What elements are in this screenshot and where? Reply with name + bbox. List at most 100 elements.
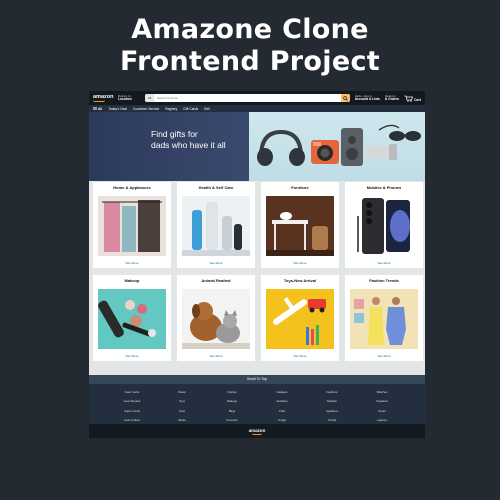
see-more-link[interactable]: See More (266, 261, 334, 265)
returns-big-text: & Orders (384, 97, 399, 101)
search-bar: All Search Amazon (145, 94, 350, 102)
toys-image (266, 289, 334, 349)
card-image (98, 196, 166, 256)
footer-link[interactable]: Drawn (157, 390, 207, 396)
see-more-link[interactable]: See More (266, 354, 334, 358)
cart-label: Cart (413, 97, 421, 102)
footer-logo-smile-icon (252, 433, 262, 435)
deliver-location-text: Location (118, 97, 132, 101)
see-more-link[interactable]: See More (182, 261, 250, 265)
category-card[interactable]: Toys-New Arrival See More (261, 275, 339, 361)
card-title: Fashion Trends (369, 278, 399, 283)
footer-link[interactable]: Gear Cards (107, 390, 157, 396)
hero-line-2: dads who have it all (151, 139, 226, 150)
footer-link[interactable]: Super Cards (107, 409, 157, 415)
card-image (182, 289, 250, 349)
subnav-item[interactable]: Today's Deal (108, 107, 127, 111)
hero-text-panel: Find gifts for dads who have it all (89, 112, 249, 181)
headline-line-2: Frontend Project (120, 46, 380, 77)
footer-bottom: amazon (89, 424, 425, 438)
see-more-link[interactable]: See More (350, 354, 418, 358)
card-image (98, 289, 166, 349)
footer-link[interactable]: Gear Repairs (107, 399, 157, 405)
card-image (266, 196, 334, 256)
card-title: Makeup (124, 278, 140, 283)
footer-link[interactable]: Jewellery (257, 399, 307, 405)
category-card[interactable]: Makeup See More (93, 275, 171, 361)
card-image (350, 289, 418, 349)
gadgets-illustration (257, 124, 421, 166)
category-card[interactable]: Health & Self Care See More (177, 182, 255, 268)
footer-link[interactable]: Lists (157, 409, 207, 415)
scroll-to-top-button[interactable]: Scroll To Top (89, 375, 425, 384)
footer-link[interactable]: Bags (207, 409, 257, 415)
logo-smile-icon (93, 100, 105, 102)
card-title: Toys-New Arrival (283, 278, 317, 283)
category-card[interactable]: Home & Appliances See More (93, 182, 171, 268)
makeup-image (98, 289, 166, 349)
mobile-phone-image (350, 196, 418, 256)
cart-button[interactable]: Cart (404, 95, 421, 102)
card-title: Furniture (291, 185, 309, 190)
subnav-item[interactable]: Customer Service (133, 107, 159, 111)
search-button[interactable] (340, 94, 350, 102)
account-big-text: Account & Lists (354, 97, 380, 101)
category-card[interactable]: Furniture See More (261, 182, 339, 268)
footer-link[interactable]: Mobiles (307, 399, 357, 405)
subnav-item[interactable]: Gift Cards (183, 107, 198, 111)
footer-link[interactable]: Watches (357, 390, 407, 396)
fashion-image (350, 289, 418, 349)
card-title: Home & Appliances (113, 185, 151, 190)
card-image (350, 196, 418, 256)
footer-logo[interactable]: amazon (89, 428, 425, 433)
promo-headline: Amazone Clone Frontend Project (0, 14, 500, 78)
hero-line-1: Find gifts for (151, 129, 198, 139)
furniture-image (266, 196, 334, 256)
see-more-link[interactable]: See More (98, 354, 166, 358)
account-link[interactable]: Hello, sign in Account & Lists (354, 94, 380, 102)
footer-link[interactable]: Sneakers (357, 399, 407, 405)
footer-link[interactable]: Fashions (307, 390, 357, 396)
hero-title: Find gifts for dads who have it all (151, 129, 226, 150)
footer-link[interactable]: Polls (257, 409, 307, 415)
card-image (182, 196, 250, 256)
logo-text: amazon (93, 94, 114, 100)
category-grid: Home & Appliances See More Health & Self… (93, 182, 423, 361)
all-menu-label: All (98, 106, 103, 111)
subnav-item[interactable]: Registry (165, 107, 177, 111)
footer-link[interactable]: Clothes (207, 390, 257, 396)
footer-link[interactable]: Makeup (207, 399, 257, 405)
see-more-link[interactable]: See More (350, 261, 418, 265)
health-selfcare-image (182, 196, 250, 256)
card-title: Mobiles & Phones (366, 185, 402, 190)
category-card[interactable]: Animal Realted See More (177, 275, 255, 361)
home-appliances-image (98, 196, 166, 256)
top-navbar: amazon Deliver to Location All Search Am… (89, 91, 425, 105)
all-menu-button[interactable]: All (93, 107, 102, 111)
returns-orders-link[interactable]: Returns & Orders (384, 94, 399, 102)
amazon-logo[interactable]: amazon (93, 94, 113, 102)
footer-link[interactable]: Appliance (307, 409, 357, 415)
subnav-item[interactable]: Sell (204, 107, 210, 111)
card-image (266, 289, 334, 349)
footer-link[interactable]: Socks (357, 409, 407, 415)
see-more-link[interactable]: See More (182, 354, 250, 358)
search-input[interactable]: Search Amazon (154, 94, 341, 102)
sub-navbar: All Today's Deal Customer Service Regist… (89, 105, 425, 112)
site-preview: amazon Deliver to Location All Search Am… (89, 91, 425, 438)
card-title: Health & Self Care (198, 185, 234, 190)
category-card[interactable]: Fashion Trends See More (345, 275, 423, 361)
footer-link[interactable]: Toys (157, 399, 207, 405)
card-title: Animal Realted (201, 278, 231, 283)
category-card[interactable]: Mobiles & Phones See More (345, 182, 423, 268)
deliver-to[interactable]: Deliver to Location (118, 94, 140, 102)
hamburger-icon (93, 107, 97, 110)
see-more-link[interactable]: See More (98, 261, 166, 265)
footer-link[interactable]: Gadgets (257, 390, 307, 396)
search-icon (343, 95, 348, 101)
animals-image (182, 289, 250, 349)
headline-line-1: Amazone Clone (131, 14, 369, 45)
search-category-select[interactable]: All (145, 94, 154, 102)
hero-image (249, 112, 425, 181)
footer-links: Gear Cards Drawn Clothes Gadgets Fashion… (89, 384, 425, 424)
